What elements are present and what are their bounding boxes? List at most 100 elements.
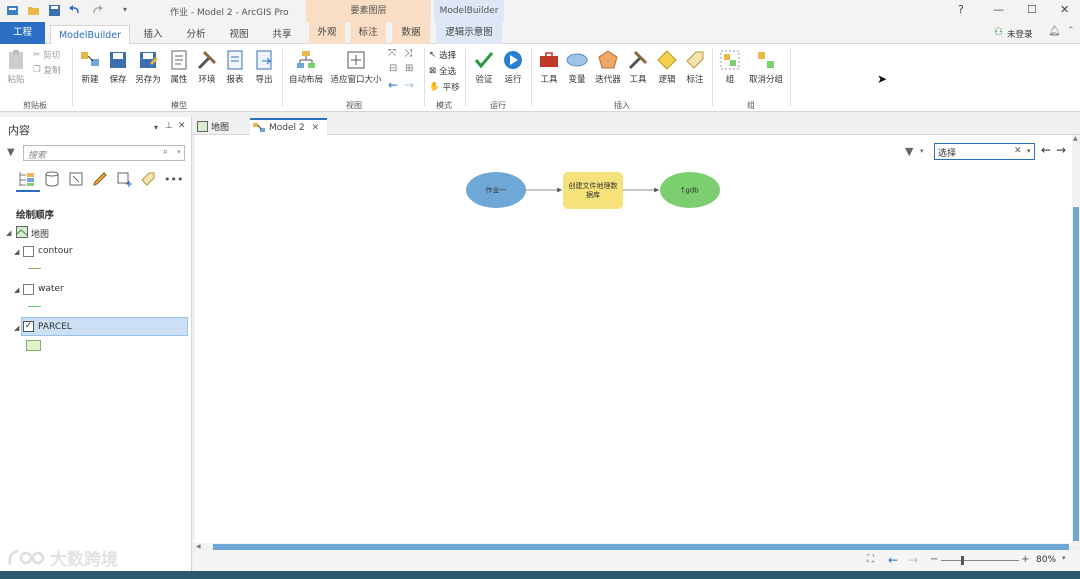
properties-button[interactable]: 属性 bbox=[167, 49, 191, 85]
filter-icon[interactable]: ▼ bbox=[7, 147, 15, 158]
drawing-order-icon[interactable] bbox=[18, 171, 36, 187]
report-button[interactable]: 报表 bbox=[223, 49, 247, 85]
scroll-up-icon[interactable]: ▲ bbox=[1073, 135, 1078, 142]
tab-share[interactable]: 共享 bbox=[266, 25, 298, 44]
input-variable-node[interactable]: 作业一 bbox=[466, 172, 526, 208]
copy-button[interactable]: ❐ 复制 bbox=[33, 64, 61, 76]
fit-window-button[interactable]: 适应窗口大小 bbox=[328, 49, 384, 85]
canvas-filter-icon[interactable]: ▼ bbox=[905, 145, 913, 158]
more-options-icon[interactable]: ••• bbox=[164, 173, 183, 186]
clear-search-icon[interactable]: ✕ bbox=[1014, 146, 1022, 156]
data-source-icon[interactable] bbox=[44, 171, 60, 187]
layer-expand-icon[interactable]: ◢ bbox=[14, 286, 19, 294]
layer-visibility-checkbox[interactable] bbox=[23, 284, 34, 295]
vertical-scroll-thumb[interactable] bbox=[1073, 207, 1079, 541]
tab-modelbuilder[interactable]: ModelBuilder bbox=[50, 25, 130, 45]
zoom-slider-thumb[interactable] bbox=[961, 556, 964, 565]
app-icon[interactable] bbox=[6, 4, 19, 17]
model-canvas[interactable]: ▼ ▾ 选择 ✕ ▾ ← → 作业一 创建文件地理数 据库 f.gdb bbox=[195, 135, 1073, 545]
editing-pencil-icon[interactable] bbox=[92, 171, 108, 187]
lock-icon[interactable]: ⊟ bbox=[389, 63, 397, 74]
layer-visibility-checkbox-checked[interactable]: ✓ bbox=[23, 321, 34, 332]
pin-icon[interactable]: ⊥ bbox=[165, 121, 173, 131]
validate-button[interactable]: 验证 bbox=[472, 49, 496, 85]
notification-bell-icon[interactable]: 🔔︎ bbox=[1048, 26, 1061, 37]
save-model-button[interactable]: 保存 bbox=[106, 49, 130, 85]
paste-button[interactable]: 粘贴 bbox=[4, 49, 28, 85]
tab-view[interactable]: 视图 bbox=[223, 25, 255, 44]
environment-button[interactable]: 环境 bbox=[195, 49, 219, 85]
run-button[interactable]: 运行 bbox=[501, 49, 525, 85]
polygon-symbol[interactable] bbox=[26, 340, 41, 351]
previous-result-icon[interactable]: ← bbox=[1041, 143, 1051, 157]
user-icon[interactable]: ⚇ bbox=[994, 27, 1003, 38]
layout-lock-icon[interactable]: ⊞ bbox=[405, 63, 413, 74]
pane-close-icon[interactable]: ✕ bbox=[178, 121, 186, 131]
layer-name-parcel[interactable]: PARCEL bbox=[38, 322, 72, 332]
layer-name-water[interactable]: water bbox=[38, 284, 64, 294]
line-symbol[interactable] bbox=[28, 268, 41, 269]
maximize-button[interactable]: ☐ bbox=[1027, 3, 1037, 16]
zoom-in-icon[interactable]: + bbox=[1021, 554, 1029, 565]
zoom-to-fit-icon[interactable]: ⤨ bbox=[404, 48, 412, 59]
contents-search-input[interactable]: 搜索 ⌕ ▾ bbox=[23, 145, 185, 161]
map-label[interactable]: 地图 bbox=[31, 227, 49, 240]
horizontal-scroll-thumb[interactable] bbox=[213, 544, 1069, 550]
logic-button[interactable]: 逻辑 bbox=[655, 49, 679, 85]
tab-labeling[interactable]: 标注 bbox=[350, 22, 386, 44]
tab-insert[interactable]: 插入 bbox=[137, 25, 169, 44]
selection-icon[interactable] bbox=[68, 171, 84, 187]
search-options-icon[interactable]: ▾ bbox=[1027, 147, 1031, 155]
vertical-scrollbar[interactable]: ▲ bbox=[1072, 135, 1080, 545]
variable-button[interactable]: 变量 bbox=[565, 49, 589, 85]
new-model-button[interactable]: 新建 bbox=[78, 49, 102, 85]
layer-name-contour[interactable]: contour bbox=[38, 246, 73, 256]
ungroup-button[interactable]: 取消分组 bbox=[746, 49, 786, 85]
map-expand-icon[interactable]: ◢ bbox=[6, 229, 11, 237]
customize-quick-access[interactable]: ▾ bbox=[123, 5, 127, 14]
layer-visibility-checkbox[interactable] bbox=[23, 246, 34, 257]
select-all-button[interactable]: ⊠ 全选 bbox=[429, 65, 456, 77]
fit-view-icon[interactable]: ⛶ bbox=[867, 554, 874, 565]
label-button[interactable]: 标注 bbox=[683, 49, 707, 85]
search-icon[interactable]: ⌕ bbox=[163, 147, 168, 157]
cut-button[interactable]: ✂ 剪切 bbox=[33, 49, 60, 61]
tab-analysis[interactable]: 分析 bbox=[180, 25, 212, 44]
auto-layout-button[interactable]: 自动布局 bbox=[287, 49, 325, 85]
zoom-dropdown-icon[interactable]: ▾ bbox=[1062, 554, 1066, 562]
tab-project[interactable]: 工程 bbox=[0, 22, 45, 44]
tab-close-icon[interactable]: ✕ bbox=[312, 123, 320, 133]
layer-expand-icon[interactable]: ◢ bbox=[14, 248, 19, 256]
tab-map-document[interactable]: 地图 bbox=[197, 119, 229, 134]
pane-options-icon[interactable]: ▾ bbox=[154, 123, 158, 132]
insert-tools-button[interactable]: 工具 bbox=[537, 49, 561, 85]
save-quick-icon[interactable] bbox=[48, 4, 61, 17]
select-button[interactable]: ↖ 选择 bbox=[429, 49, 456, 61]
line-symbol[interactable] bbox=[28, 306, 41, 307]
search-dropdown-icon[interactable]: ▾ bbox=[177, 148, 181, 156]
iterator-button[interactable]: 迭代器 bbox=[593, 49, 623, 85]
back-arrow-icon[interactable]: ← bbox=[388, 78, 398, 92]
tab-data[interactable]: 数据 bbox=[392, 22, 430, 44]
forward-arrow-icon[interactable]: → bbox=[404, 78, 414, 92]
filter-dropdown-icon[interactable]: ▾ bbox=[920, 147, 924, 155]
next-result-icon[interactable]: → bbox=[1056, 143, 1066, 157]
pan-button[interactable]: ✋ 平移 bbox=[429, 81, 460, 93]
tab-logic-diagram[interactable]: 逻辑示意图 bbox=[436, 22, 502, 44]
redo-icon[interactable] bbox=[91, 4, 104, 17]
horizontal-scrollbar[interactable]: ◀ bbox=[195, 543, 1072, 551]
status-back-icon[interactable]: ← bbox=[888, 553, 898, 567]
labeling-icon[interactable] bbox=[140, 171, 156, 187]
status-forward-icon[interactable]: → bbox=[908, 553, 918, 567]
zoom-level[interactable]: 80% bbox=[1036, 555, 1056, 565]
snapping-icon[interactable] bbox=[116, 171, 134, 187]
zoom-out-icon[interactable]: − bbox=[930, 554, 938, 565]
output-variable-node[interactable]: f.gdb bbox=[660, 172, 720, 208]
help-button[interactable]: ? bbox=[958, 3, 964, 16]
tab-appearance[interactable]: 外观 bbox=[309, 22, 345, 44]
utilities-button[interactable]: 工具 bbox=[626, 49, 650, 85]
undo-icon[interactable] bbox=[68, 4, 81, 17]
export-button[interactable]: 导出 bbox=[251, 49, 277, 85]
canvas-search-input[interactable]: 选择 ✕ ▾ bbox=[934, 143, 1035, 160]
open-folder-icon[interactable] bbox=[27, 4, 40, 17]
